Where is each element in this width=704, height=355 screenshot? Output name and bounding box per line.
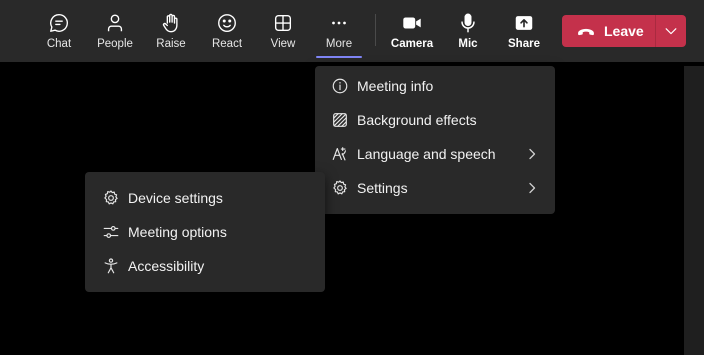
settings-submenu: Device settings Meeting options Accessib… [85,172,325,292]
info-icon [330,76,350,96]
leave-button[interactable]: Leave [562,15,655,47]
more-menu: Meeting info Background effects Language… [315,66,555,214]
menu-item-label: Settings [357,180,408,196]
people-button[interactable]: People [96,0,134,62]
chevron-down-icon [665,28,677,35]
more-label: More [325,38,353,50]
react-button[interactable]: React [211,0,243,62]
people-icon [103,11,127,35]
chat-icon [47,11,71,35]
mic-label: Mic [458,38,478,50]
mic-button[interactable]: Mic [455,0,481,62]
menu-item-language-and-speech[interactable]: Language and speech [315,137,555,171]
leave-button-group: Leave [562,15,686,47]
chat-label: Chat [46,38,72,50]
sliders-icon [101,222,121,242]
view-button[interactable]: View [269,0,297,62]
background-effects-icon [330,110,350,130]
menu-item-background-effects[interactable]: Background effects [315,103,555,137]
share-tray-icon [512,11,536,35]
microphone-icon [456,11,480,35]
side-panel-edge [684,66,704,355]
gear-icon [101,188,121,208]
toolbar-divider [375,14,376,46]
more-active-indicator [316,56,362,58]
gear-icon [330,178,350,198]
menu-item-label: Language and speech [357,146,496,162]
menu-item-label: Accessibility [128,258,205,274]
camera-label: Camera [390,38,434,50]
menu-item-label: Device settings [128,190,223,206]
camera-button[interactable]: Camera [390,0,434,62]
menu-item-settings[interactable]: Settings [315,171,555,205]
leave-options-dropdown[interactable] [656,15,686,47]
menu-item-label: Meeting info [357,78,434,94]
menu-item-device-settings[interactable]: Device settings [85,181,325,215]
chat-button[interactable]: Chat [41,0,77,62]
raise-hand-icon [159,11,183,35]
menu-item-meeting-info[interactable]: Meeting info [315,69,555,103]
menu-item-label: Background effects [357,112,477,128]
react-label: React [211,38,243,50]
meeting-toolbar: Chat People Raise React View More Camera… [0,0,704,62]
view-label: View [270,38,296,50]
hang-up-icon [578,28,594,36]
language-icon [330,144,350,164]
share-button[interactable]: Share [508,0,540,62]
more-button[interactable]: More [322,0,356,62]
menu-item-accessibility[interactable]: Accessibility [85,249,325,283]
people-label: People [97,38,133,50]
menu-item-meeting-options[interactable]: Meeting options [85,215,325,249]
chevron-right-icon [529,182,536,194]
raise-label: Raise [156,38,186,50]
share-label: Share [508,38,540,50]
chevron-right-icon [529,148,536,160]
more-ellipsis-icon [327,11,351,35]
leave-label: Leave [604,23,644,39]
smiley-icon [215,11,239,35]
accessibility-icon [101,256,121,276]
grid-view-icon [271,11,295,35]
raise-hand-button[interactable]: Raise [155,0,187,62]
camera-icon [400,11,424,35]
menu-item-label: Meeting options [128,224,227,240]
